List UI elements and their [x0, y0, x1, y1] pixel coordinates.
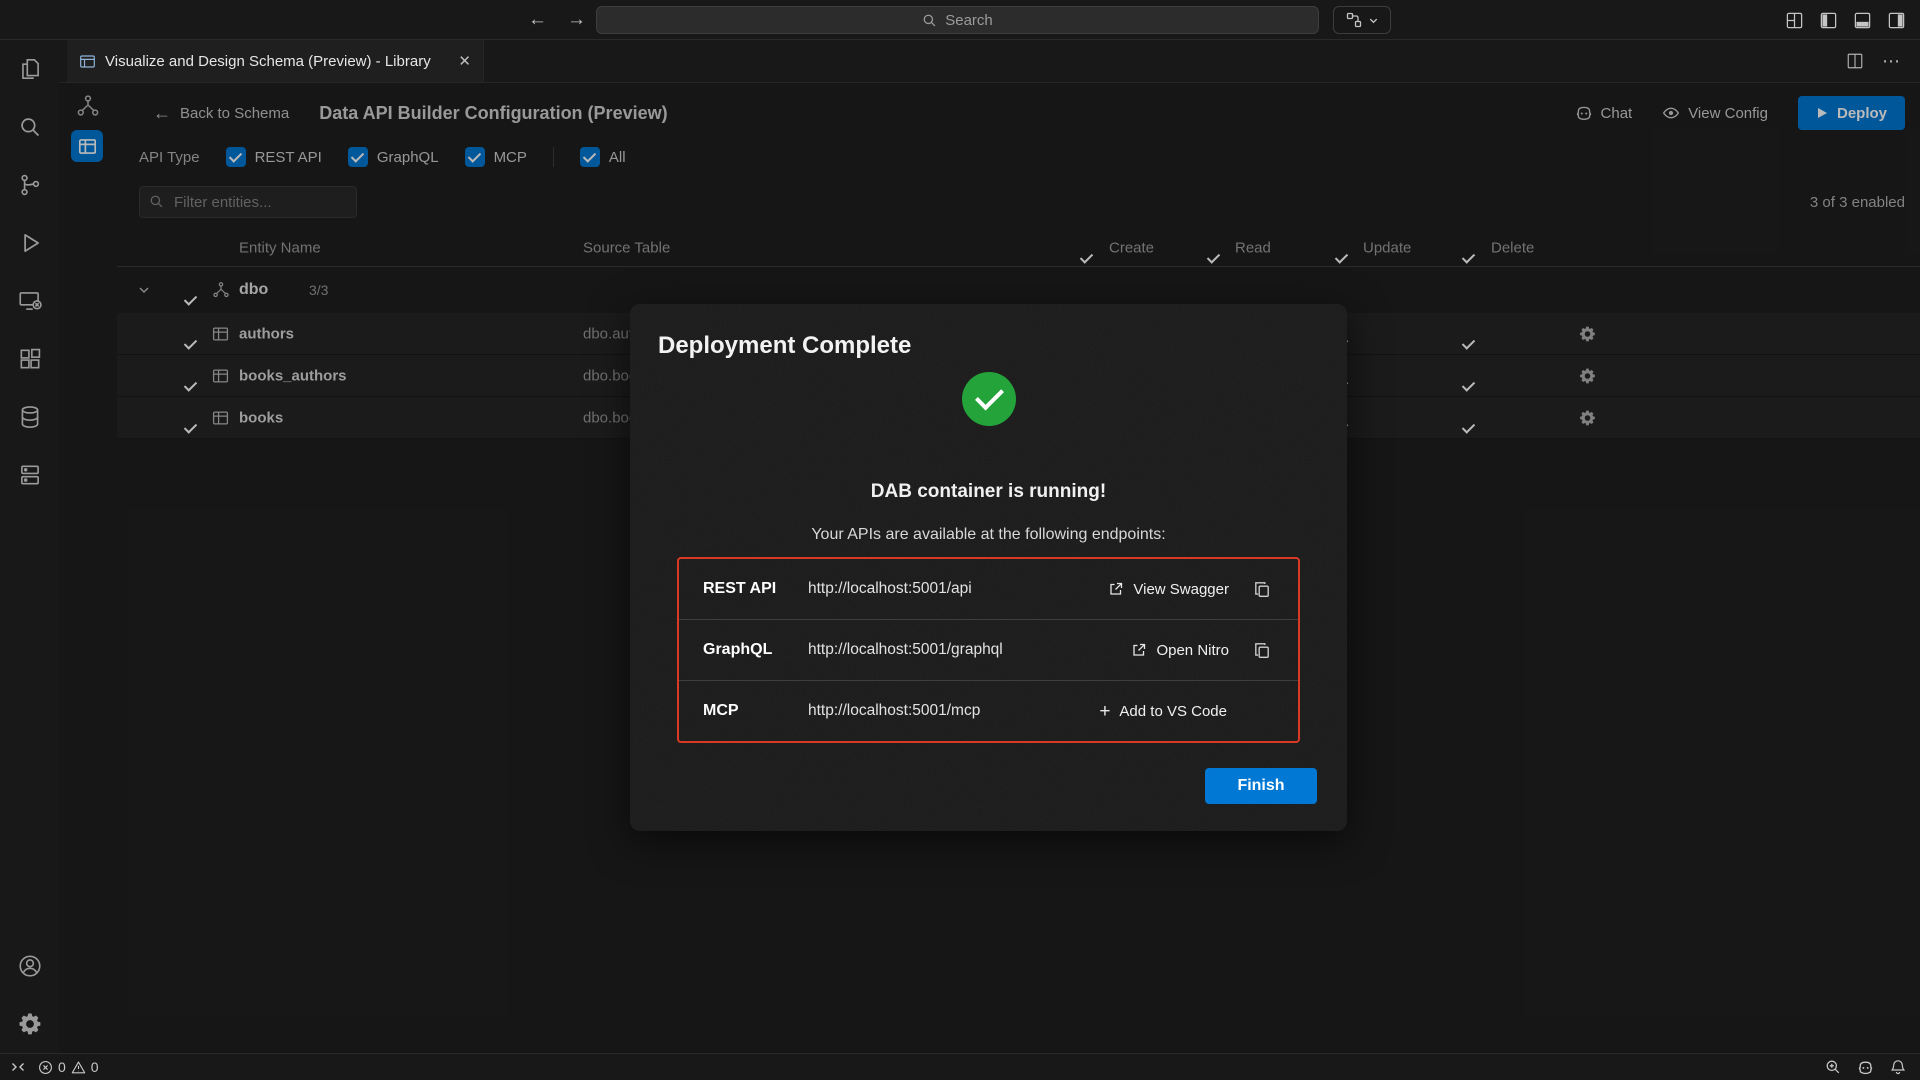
remote-explorer-icon[interactable] — [0, 272, 59, 330]
forward-nav-icon[interactable]: → — [567, 9, 586, 31]
more-actions-icon[interactable]: ⋯ — [1882, 51, 1900, 72]
success-check-icon — [962, 372, 1016, 426]
extensions-icon[interactable] — [0, 330, 59, 388]
search-sidebar-icon[interactable] — [0, 98, 59, 156]
notifications-bell-icon[interactable] — [1890, 1059, 1906, 1075]
view-swagger-button[interactable]: View Swagger — [1108, 581, 1229, 598]
endpoint-url: http://localhost:5001/api — [808, 580, 1108, 598]
webview-tab-icon — [79, 53, 96, 70]
command-center-search[interactable]: Search — [596, 6, 1319, 34]
external-link-icon — [1131, 642, 1147, 658]
add-to-vscode-button[interactable]: + Add to VS Code — [1099, 702, 1227, 721]
database-extension-icon[interactable] — [0, 388, 59, 446]
search-icon — [922, 13, 937, 28]
deployment-complete-dialog: Deployment Complete DAB container is run… — [630, 304, 1347, 831]
title-bar: ← → Search — [0, 0, 1920, 40]
problems-indicator[interactable]: 0 0 — [38, 1059, 99, 1075]
vscode-window: ← → Search — [0, 0, 1920, 1080]
warning-count: 0 — [91, 1059, 99, 1075]
endpoint-row-mcp: MCP http://localhost:5001/mcp + Add to V… — [679, 681, 1298, 741]
activity-bar — [0, 40, 59, 1053]
settings-gear-icon[interactable] — [0, 995, 59, 1053]
tab-label: Visualize and Design Schema (Preview) - … — [105, 53, 445, 70]
endpoint-url: http://localhost:5001/mcp — [808, 702, 1099, 720]
endpoint-label: MCP — [703, 702, 808, 720]
zoom-in-icon[interactable] — [1825, 1059, 1841, 1075]
toggle-panel-icon[interactable] — [1853, 11, 1872, 30]
toggle-sidebar-icon[interactable] — [1819, 11, 1838, 30]
endpoint-action-label: Add to VS Code — [1119, 703, 1227, 720]
copilot-status-icon[interactable] — [1857, 1059, 1874, 1076]
run-debug-icon[interactable] — [0, 214, 59, 272]
endpoint-label: GraphQL — [703, 641, 808, 659]
warning-icon — [71, 1060, 86, 1075]
tab-schema-designer[interactable]: Visualize and Design Schema (Preview) - … — [67, 40, 484, 82]
finish-button[interactable]: Finish — [1205, 768, 1317, 804]
endpoints-box: REST API http://localhost:5001/api View … — [677, 557, 1300, 743]
error-count: 0 — [58, 1059, 66, 1075]
plus-icon: + — [1099, 702, 1110, 721]
remote-indicator-icon[interactable] — [10, 1059, 26, 1075]
source-control-icon[interactable] — [0, 156, 59, 214]
search-placeholder: Search — [945, 12, 993, 29]
split-editor-icon[interactable] — [1846, 52, 1864, 70]
tab-bar: Visualize and Design Schema (Preview) - … — [59, 40, 1920, 83]
modal-subheading: Your APIs are available at the following… — [630, 526, 1347, 544]
error-icon — [38, 1060, 53, 1075]
endpoint-row-rest: REST API http://localhost:5001/api View … — [679, 559, 1298, 620]
workflow-icon — [1346, 12, 1362, 28]
modal-title: Deployment Complete — [658, 332, 911, 360]
open-nitro-button[interactable]: Open Nitro — [1131, 642, 1229, 659]
endpoint-label: REST API — [703, 580, 808, 598]
external-link-icon — [1108, 581, 1124, 597]
endpoint-action-label: View Swagger — [1133, 581, 1229, 598]
account-icon[interactable] — [0, 937, 59, 995]
explorer-icon[interactable] — [0, 40, 59, 98]
endpoint-action-label: Open Nitro — [1156, 642, 1229, 659]
copy-icon[interactable] — [1253, 641, 1271, 659]
status-bar: 0 0 — [0, 1053, 1920, 1080]
modal-heading: DAB container is running! — [630, 481, 1347, 503]
tab-close-icon[interactable]: ✕ — [458, 52, 471, 70]
session-dropdown-button[interactable] — [1333, 6, 1391, 34]
endpoint-row-graphql: GraphQL http://localhost:5001/graphql Op… — [679, 620, 1298, 681]
back-nav-icon[interactable]: ← — [528, 9, 547, 31]
copy-icon[interactable] — [1253, 580, 1271, 598]
toggle-secondary-sidebar-icon[interactable] — [1887, 11, 1906, 30]
endpoint-url: http://localhost:5001/graphql — [808, 641, 1131, 659]
chevron-down-icon — [1368, 15, 1379, 26]
customize-layout-icon[interactable] — [1785, 11, 1804, 30]
schema-designer-extension-icon[interactable] — [0, 446, 59, 504]
